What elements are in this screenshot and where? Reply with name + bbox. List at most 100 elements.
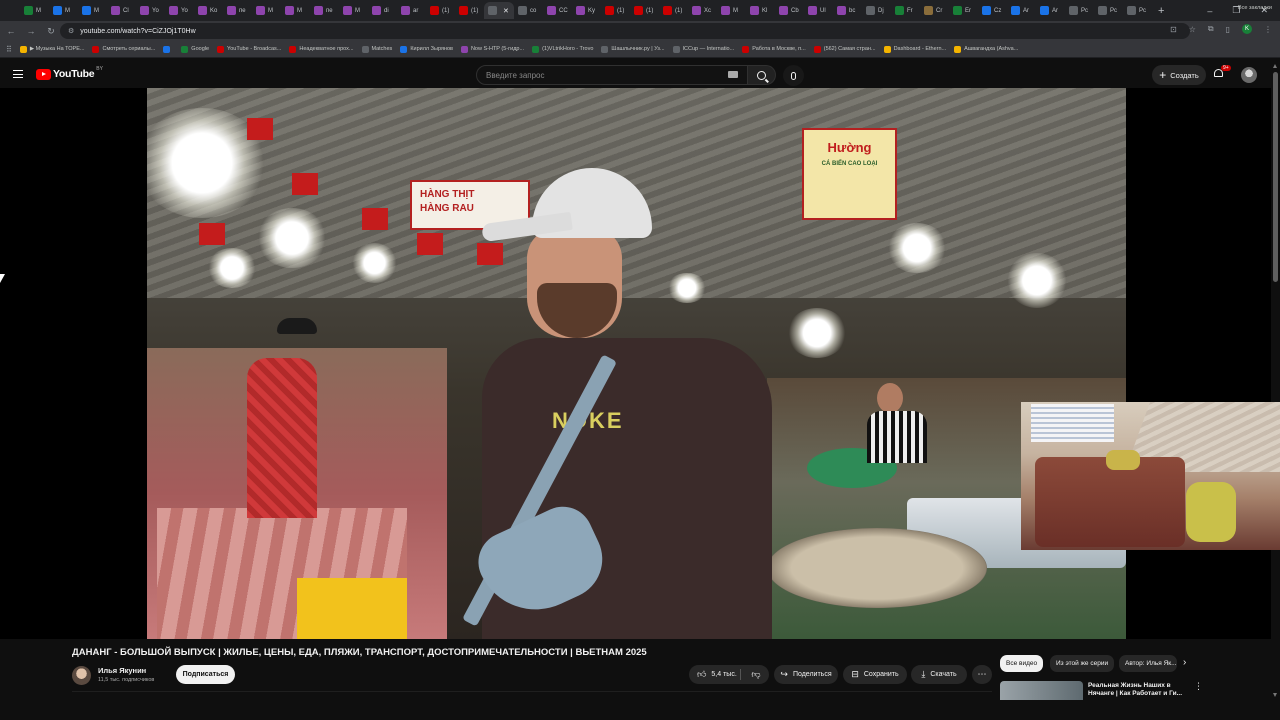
youtube-logo[interactable]: YouTube BY [36,66,103,80]
apps-grid-icon[interactable]: ⠿ [6,45,12,54]
browser-tab[interactable]: Ar [1007,2,1036,19]
chip-author[interactable]: Автор: Илья Як... [1119,655,1177,672]
browser-tab[interactable]: (1) [426,2,455,19]
browser-tab[interactable]: Kl [746,2,775,19]
chevron-right-icon[interactable]: › [1183,657,1186,668]
browser-tab[interactable]: Cb [775,2,804,19]
browser-tab[interactable]: M [252,2,281,19]
channel-name[interactable]: Илья Якунин [98,666,146,675]
browser-tab[interactable]: co [514,2,543,19]
account-avatar[interactable] [1241,67,1257,83]
browser-tab[interactable]: Ar [1036,2,1065,19]
browser-tab[interactable]: Pc [1123,2,1152,19]
browser-tab[interactable]: ar [397,2,426,19]
browser-tab[interactable]: Xc [688,2,717,19]
bookmark-item[interactable]: ICCup — Internatio... [672,45,734,53]
back-icon[interactable]: ← [6,26,16,36]
browser-tab[interactable]: (1) [659,2,688,19]
bookmark-item[interactable]: (1)VLtrikHoro - Trovo [532,45,593,53]
subscribe-button[interactable]: Подписаться [176,665,235,684]
browser-tab[interactable]: Cz [978,2,1007,19]
address-bar[interactable]: ⚙ youtube.com/watch?v=CiZJOj1T0Hw [60,23,1190,39]
browser-tab[interactable]: M [49,2,78,19]
create-button[interactable]: + Создать [1152,65,1206,85]
recommended-menu-icon[interactable]: ⋮ [1194,681,1203,692]
browser-tab[interactable]: M [20,2,49,19]
browser-tab[interactable]: Cr [920,2,949,19]
bookmark-star-icon[interactable]: ☆ [1189,25,1196,34]
browser-tab[interactable]: Ko [194,2,223,19]
voice-search-button[interactable] [783,65,804,86]
browser-tab[interactable]: Cl [107,2,136,19]
browser-tab[interactable]: Ky [572,2,601,19]
menu-icon[interactable] [13,70,23,78]
more-actions-button[interactable]: ⋯ [972,665,992,684]
browser-tab[interactable]: M [717,2,746,19]
share-button[interactable]: ↪ Поделиться [774,665,838,684]
dislike-button[interactable]: 👎︎ [744,665,768,684]
recommended-thumbnail[interactable] [1000,681,1083,700]
chip-same-series[interactable]: Из этой же серии [1050,655,1115,672]
search-button[interactable] [748,65,776,85]
bookmark-item[interactable]: Dashboard - Ethern... [883,45,946,53]
keyboard-icon[interactable] [728,71,738,78]
bookmark-item[interactable]: Работа в Москве, п... [742,45,806,53]
browser-tab[interactable]: Pc [1094,2,1123,19]
video-player[interactable]: HÀNG THỊT HÀNG RAU Hường CÁ BIỂN CAO LOẠ… [0,88,1271,639]
notifications-button[interactable]: 9+ [1214,65,1231,80]
new-tab-button[interactable]: + [1158,5,1164,17]
bookmark-item[interactable]: Кирилл Зырянов [400,45,453,53]
browser-tab[interactable]: (1) [601,2,630,19]
forward-icon[interactable]: → [26,26,36,36]
page-scrollbar[interactable] [1271,62,1280,700]
all-bookmarks-button[interactable]: Все закладки [1238,5,1272,11]
browser-tab[interactable]: Yo [165,2,194,19]
bookmark-item[interactable]: Ашвагандха (Ashva... [954,45,1018,53]
search-input[interactable]: Введите запрос [476,65,748,85]
browser-tab[interactable]: Er [949,2,978,19]
reload-icon[interactable]: ↻ [46,26,56,37]
browser-tab[interactable]: (1) [630,2,659,19]
browser-tab[interactable]: Dj [862,2,891,19]
video-frame[interactable]: HÀNG THỊT HÀNG RAU Hường CÁ BIỂN CAO LOẠ… [147,88,1126,639]
minimize-icon[interactable]: – [1207,6,1212,16]
browser-tab[interactable]: di [368,2,397,19]
bookmark-item[interactable]: Google [181,45,209,53]
tab-close-icon[interactable]: ✕ [503,7,509,15]
browser-tab[interactable]: Yo [136,2,165,19]
bookmark-item[interactable]: Matches [361,45,392,53]
chip-all-videos[interactable]: Все видео [1000,655,1044,672]
bookmark-item[interactable]: YouTube - Broadcas... [217,45,281,53]
scroll-up-icon[interactable] [1273,64,1277,68]
browser-tab[interactable]: M [78,2,107,19]
recommended-title[interactable]: Реальная Жизнь Наших в Нячанге | Как Раб… [1088,682,1183,698]
save-button[interactable]: ⊟ Сохранить [843,665,907,684]
bookmark-item[interactable]: Неадекватное прох... [289,45,354,53]
install-app-icon[interactable]: ⊡ [1170,25,1177,34]
bookmark-item[interactable]: Now S-HTP (5-гидр... [460,45,524,53]
browser-tab[interactable]: пе [223,2,252,19]
profile-avatar[interactable]: K [1242,24,1252,34]
browser-tab[interactable]: пе [310,2,339,19]
browser-tab[interactable]: bc [833,2,862,19]
extensions-icon[interactable]: ⧉ [1208,24,1214,34]
bookmark-item[interactable]: ▶ Музыка На ТОРЕ... [19,45,84,53]
site-info-icon[interactable]: ⚙ [68,27,74,35]
browser-tab[interactable]: M [281,2,310,19]
channel-avatar[interactable] [72,666,91,685]
sidebar-icon[interactable]: ▯ [1226,25,1230,34]
browser-tab[interactable]: (1) [455,2,484,19]
bookmark-item[interactable]: Шашлычник.ру | Уз... [601,45,665,53]
browser-menu-icon[interactable]: ⋮ [1264,25,1272,34]
browser-tab[interactable]: CC [543,2,572,19]
bookmark-item[interactable]: (562) Самая стран... [813,45,876,53]
browser-tab[interactable]: Ul [804,2,833,19]
pip-overlay[interactable] [1021,402,1280,550]
browser-tab[interactable]: Fr [891,2,920,19]
browser-tab-active[interactable]: ✕ [484,2,514,19]
scroll-thumb[interactable] [1273,72,1278,282]
browser-tab[interactable]: Pc [1065,2,1094,19]
scroll-down-icon[interactable] [1273,693,1277,697]
browser-tab[interactable]: M [339,2,368,19]
bookmark-item[interactable] [163,45,173,53]
